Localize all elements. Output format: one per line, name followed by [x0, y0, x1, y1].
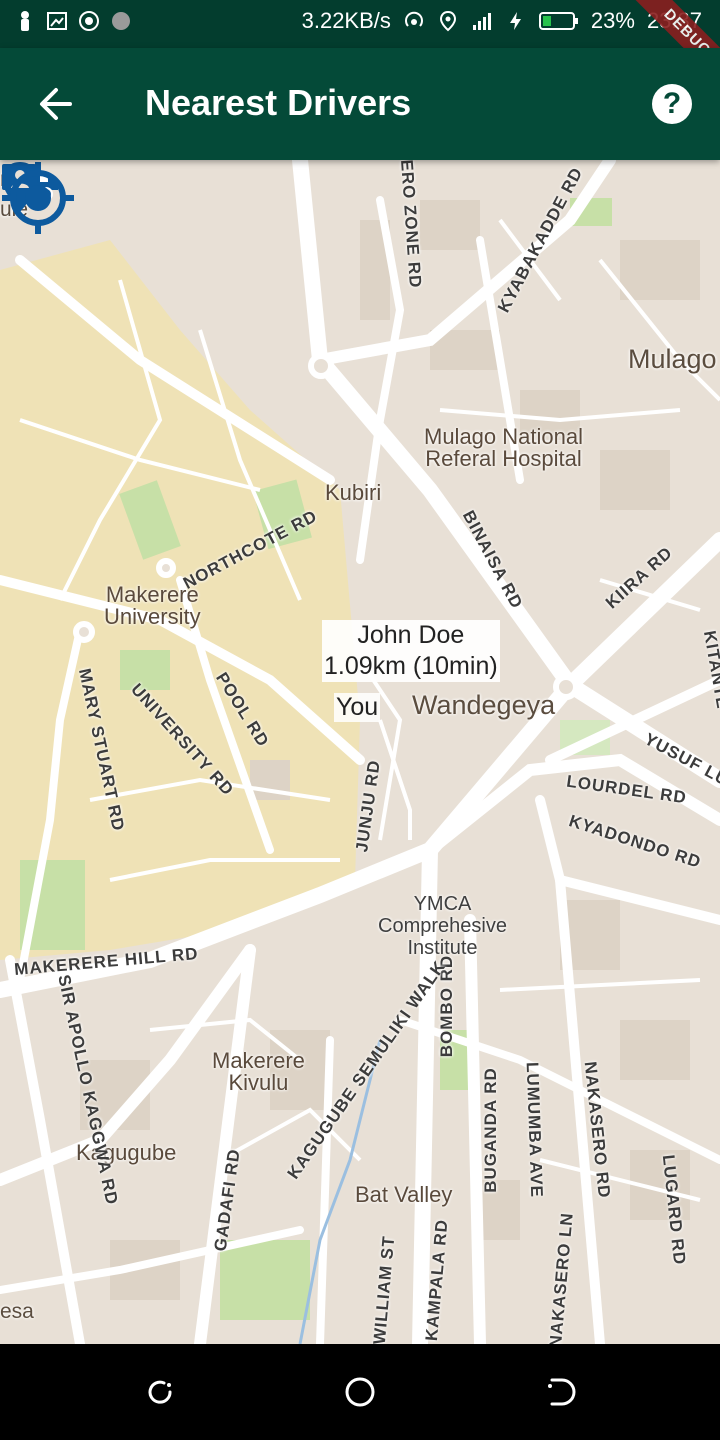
battery-icon — [538, 12, 578, 30]
hotspot-icon — [404, 11, 423, 27]
place-label-bat-valley: Bat Valley — [355, 1182, 453, 1207]
arrow-left-icon[interactable] — [30, 78, 82, 130]
image-icon — [47, 12, 67, 30]
driver-info-label[interactable]: John Doe 1.09km (10min) — [322, 620, 500, 682]
status-left-icons — [14, 10, 132, 32]
page-title: Nearest Drivers — [145, 82, 412, 123]
kivulu-line2: Kivulu — [228, 1070, 289, 1095]
charging-icon — [509, 12, 521, 30]
hospital-line2: Referal Hospital — [425, 446, 582, 471]
record-icon — [79, 11, 99, 31]
kivulu-label: Makerere Kivulu — [212, 1050, 305, 1094]
dotted-circle-icon — [112, 12, 130, 30]
user-label: You — [334, 693, 381, 722]
location-icon — [439, 10, 456, 32]
status-bar: 3.22KB/s 23% 23:37 DEBUG — [0, 0, 720, 96]
hospital-label: Mulago National Referal Hospital — [424, 426, 583, 470]
user-icon — [21, 11, 29, 31]
status-right: 3.22KB/s 23% 23:37 — [302, 8, 702, 34]
driver-distance-eta: 1.09km (10min) — [324, 652, 498, 680]
help-icon[interactable]: ? — [652, 84, 692, 124]
road-label-buganda: BUGANDA RD — [480, 1067, 500, 1193]
ymca-label: YMCA Comprehesive Institute — [378, 893, 507, 959]
driver-name: John Doe — [357, 621, 465, 649]
net-speed: 3.22KB/s — [301, 8, 391, 33]
hospital-line1: Mulago National — [424, 424, 583, 449]
back-icon[interactable] — [542, 1374, 578, 1410]
recents-icon[interactable] — [142, 1374, 178, 1410]
my-location-icon[interactable] — [0, 160, 76, 236]
makerere-label: Makerere University — [104, 584, 201, 628]
home-icon[interactable] — [342, 1374, 378, 1410]
place-label-mulago: Mulago — [628, 344, 717, 374]
ymca-line1: YMCA — [413, 893, 472, 915]
app-bar: Nearest Drivers ? — [0, 48, 720, 160]
battery-percent: 23% — [590, 8, 635, 33]
map-view[interactable]: rere ule Mulago Mulago National Referal … — [0, 160, 720, 1344]
ymca-line2: Comprehesive — [378, 915, 507, 937]
system-nav-bar — [0, 1344, 720, 1440]
place-label-kubiri: Kubiri — [325, 480, 382, 505]
makerere-line2: University — [104, 604, 201, 629]
signal-icon — [472, 13, 491, 30]
place-label-edge-bottom: esa — [0, 1300, 34, 1323]
kivulu-line1: Makerere — [212, 1048, 305, 1073]
place-label-wandegeya: Wandegeya — [412, 690, 556, 720]
